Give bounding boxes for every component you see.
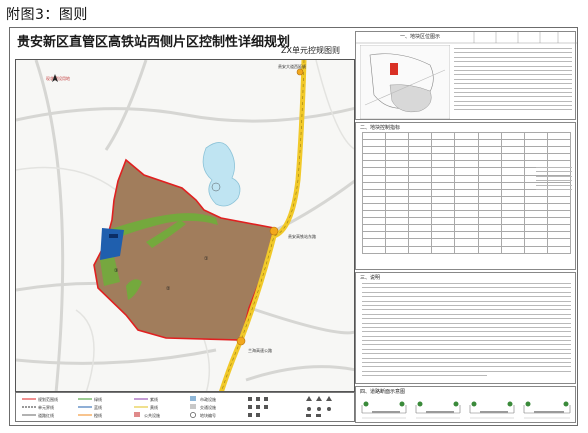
road-node-south bbox=[236, 336, 246, 346]
map-note: 现状建设用地 bbox=[46, 75, 70, 81]
right-panels: 一、地块区位图示 二、地块控制指标 三、说明 四、道路断面示意图 bbox=[355, 31, 577, 423]
location-header-grid bbox=[356, 32, 577, 44]
legend-label-2: 道路红线 bbox=[38, 413, 54, 418]
legend-label-3: 绿线 bbox=[94, 397, 102, 402]
plan-title: 贵安新区直管区高铁站西侧片区控制性详细规划 bbox=[17, 35, 291, 50]
road-section-diagrams bbox=[361, 401, 571, 419]
map-legend: 规划范围线 单元界线 道路红线 绿线 蓝线 橙线 紫线 黄线 公共设施 市政设施… bbox=[15, 392, 355, 422]
plan-subtitle: ZX单元控规图则 bbox=[281, 46, 340, 55]
legend-label-6: 紫线 bbox=[150, 397, 158, 402]
planning-map: ① ② ③ 贵安大道西延线 贵安高铁站东路 兰海高速公路 现状建设用地 bbox=[15, 59, 355, 392]
legend-label-7: 黄线 bbox=[150, 405, 158, 410]
figure-caption: 附图3：图则 bbox=[6, 7, 88, 23]
legend-label-9: 市政设施 bbox=[200, 397, 216, 402]
control-table-side-notes bbox=[536, 167, 572, 193]
location-notes bbox=[454, 48, 572, 114]
control-table-panel: 二、地块控制指标 bbox=[355, 122, 576, 270]
road-label-south: 兰海高速公路 bbox=[248, 347, 272, 353]
legend-label-4: 蓝线 bbox=[94, 405, 102, 410]
location-map-thumbnail bbox=[360, 45, 450, 119]
block-number-1: ① bbox=[204, 256, 209, 262]
notes-text-lines bbox=[362, 283, 571, 380]
lake bbox=[202, 142, 241, 207]
block-number-2: ② bbox=[166, 286, 171, 292]
road-label-east: 贵安高铁站东路 bbox=[288, 233, 316, 239]
legend-label-11: 地块编号 bbox=[200, 413, 216, 418]
map-canvas: ① ② ③ 贵安大道西延线 贵安高铁站东路 兰海高速公路 现状建设用地 bbox=[16, 60, 354, 391]
notes-panel: 三、说明 bbox=[355, 272, 576, 384]
site-boundary bbox=[93, 158, 275, 341]
road-section-panel: 四、道路断面示意图 bbox=[355, 386, 576, 423]
legend-label-5: 橙线 bbox=[94, 413, 102, 418]
road-node-east bbox=[269, 226, 279, 236]
notes-title: 三、说明 bbox=[360, 275, 381, 281]
location-panel: 一、地块区位图示 bbox=[355, 31, 577, 120]
legend-label-0: 规划范围线 bbox=[38, 397, 58, 402]
road-node-north bbox=[296, 68, 304, 76]
legend-symbols bbox=[22, 396, 332, 418]
control-table-title: 二、地块控制指标 bbox=[360, 125, 401, 131]
block-number-3: ③ bbox=[114, 268, 118, 274]
legend-label-8: 公共设施 bbox=[144, 413, 160, 418]
legend-label-10: 交通设施 bbox=[200, 405, 216, 410]
road-label-north: 贵安大道西延线 bbox=[278, 63, 306, 69]
road-section-title: 四、道路断面示意图 bbox=[360, 389, 406, 395]
legend-label-1: 单元界线 bbox=[38, 405, 54, 410]
